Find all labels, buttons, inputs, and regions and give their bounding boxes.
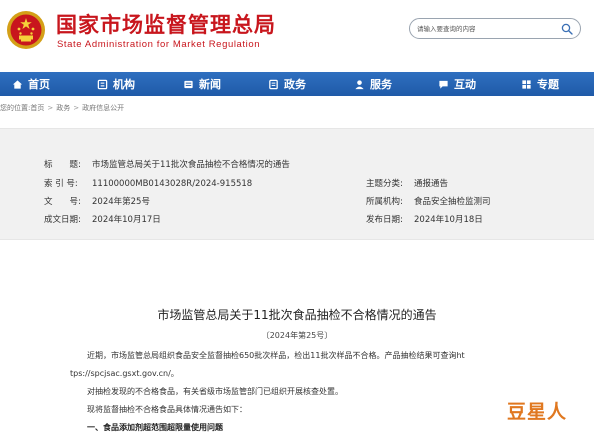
topic-icon [522, 79, 531, 89]
info-docno-row: 文 号: 2024年第25号 [44, 195, 150, 207]
article-paragraph-2: 对抽检发现的不合格食品，有关省级市场监管部门已组织开展核查处置。 [87, 387, 343, 396]
info-category-row: 主题分类: 通报通告 [366, 177, 448, 189]
main-nav: 首页 机构 新闻 政务 服务 互动 专题 [0, 72, 594, 96]
info-docno-value: 2024年第25号 [92, 197, 150, 207]
info-title-key: 标 题: [44, 160, 81, 170]
interaction-icon [439, 80, 448, 89]
article-paragraph-3: 现将监督抽检不合格食品具体情况通告如下： [87, 405, 247, 414]
home-icon [12, 79, 23, 89]
info-issuer-value: 食品安全抽检监测司 [414, 197, 491, 207]
article-section-heading-1: 一、食品添加剂超范围超限量使用问题 [87, 423, 223, 432]
info-category-key: 主题分类: [366, 179, 403, 189]
watermark-logo: 豆星人 [507, 401, 568, 423]
org-name-en: State Administration for Market Regulati… [57, 39, 261, 50]
nav-item-org[interactable]: 机构 [97, 72, 135, 96]
national-emblem-icon[interactable] [6, 8, 46, 52]
info-index-key: 索 引 号: [44, 179, 78, 189]
info-docno-key: 文 号: [44, 197, 81, 207]
info-date-value: 2024年10月17日 [92, 215, 161, 225]
info-index-value: 11100000MB0143028R/2024-915518 [92, 179, 253, 189]
breadcrumb-open-info[interactable]: 政府信息公开 [82, 104, 124, 112]
nav-item-label: 首页 [28, 78, 50, 91]
info-title-value: 市场监管总局关于11批次食品抽检不合格情况的通告 [92, 160, 290, 170]
nav-item-interaction[interactable]: 互动 [438, 72, 476, 96]
article-doc-number: 〔2024年第25号〕 [261, 331, 333, 340]
info-category-value: 通报通告 [414, 179, 449, 189]
info-date-row: 成文日期: 2024年10月17日 [44, 213, 161, 225]
affairs-icon [269, 79, 278, 89]
breadcrumb-home[interactable]: 您的位置:首页 [0, 104, 44, 112]
service-icon [355, 79, 364, 89]
breadcrumb-affairs[interactable]: 政务 [56, 104, 70, 112]
site-header: 国家市场监督管理总局 State Administration for Mark… [0, 0, 594, 62]
breadcrumb-separator: > [47, 104, 54, 112]
info-date-key: 成文日期: [44, 215, 81, 225]
breadcrumb-separator: > [73, 104, 80, 112]
info-publish-row: 发布日期: 2024年10月18日 [366, 213, 483, 225]
nav-item-topic[interactable]: 专题 [521, 72, 559, 96]
nav-item-service[interactable]: 服务 [354, 72, 392, 96]
nav-item-affairs[interactable]: 政务 [268, 72, 306, 96]
info-publish-value: 2024年10月18日 [414, 215, 483, 225]
breadcrumb: 您的位置:首页 > 政务 > 政府信息公开 [0, 103, 124, 113]
info-issuer-key: 所属机构: [366, 197, 403, 207]
article-paragraph-1-line-1: 近期，市场监管总局组织食品安全监督抽检650批次样品，检出11批次样品不合格。产… [87, 351, 465, 360]
org-icon [97, 79, 108, 89]
org-name-cn[interactable]: 国家市场监督管理总局 [56, 9, 276, 39]
search-box[interactable] [409, 18, 581, 39]
search-input[interactable] [417, 22, 557, 36]
news-icon [184, 80, 193, 88]
nav-item-label: 政务 [284, 78, 306, 91]
nav-item-label: 服务 [370, 78, 392, 91]
search-icon[interactable] [561, 23, 573, 35]
nav-item-home[interactable]: 首页 [12, 72, 50, 96]
nav-item-news[interactable]: 新闻 [183, 72, 221, 96]
nav-item-label: 互动 [454, 78, 476, 91]
article-title: 市场监管总局关于11批次食品抽检不合格情况的通告 [157, 308, 437, 322]
document-info-panel: 标 题: 市场监管总局关于11批次食品抽检不合格情况的通告 索 引 号: 11100… [0, 128, 594, 240]
article-paragraph-1-line-2: tps://spcjsac.gsxt.gov.cn/。 [70, 369, 179, 378]
nav-item-label: 机构 [113, 78, 135, 91]
info-publish-key: 发布日期: [366, 215, 403, 225]
info-title-row: 标 题: 市场监管总局关于11批次食品抽检不合格情况的通告 [44, 158, 290, 170]
nav-item-label: 新闻 [199, 78, 221, 91]
info-issuer-row: 所属机构: 食品安全抽检监测司 [366, 195, 491, 207]
nav-item-label: 专题 [537, 78, 559, 91]
info-index-row: 索 引 号: 11100000MB0143028R/2024-915518 [44, 177, 252, 189]
